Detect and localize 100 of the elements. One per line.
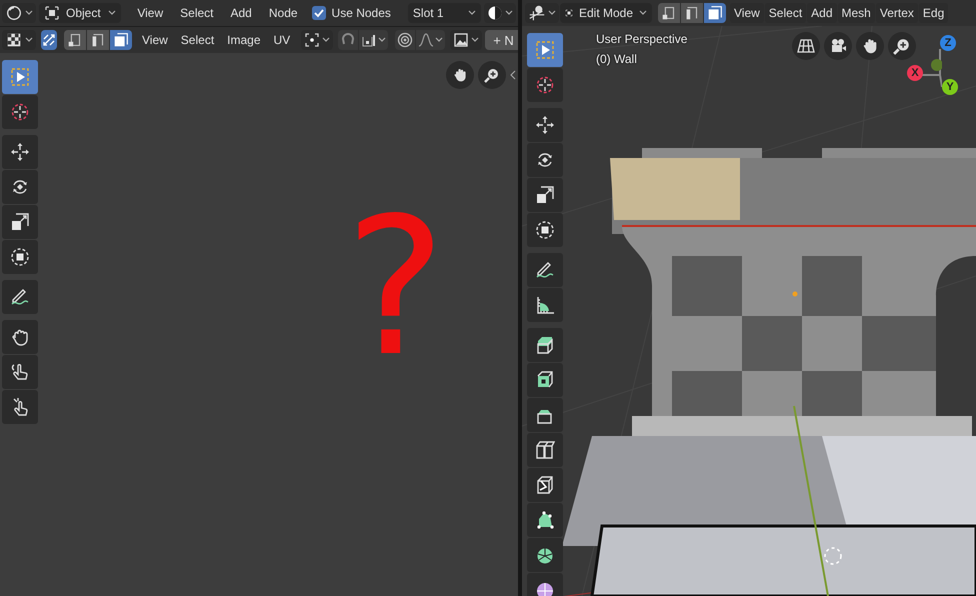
editor-type-button[interactable] — [2, 30, 36, 50]
menu-item[interactable]: Node — [262, 3, 305, 23]
menu-item[interactable]: Select — [764, 3, 806, 23]
editor-type-button[interactable] — [525, 3, 559, 23]
globe-icon — [5, 4, 23, 22]
mode-dropdown[interactable]: Edit Mode — [560, 3, 652, 23]
new-image-button[interactable]: + N — [485, 30, 518, 50]
snap-target-icon — [361, 32, 378, 48]
caret-icon — [505, 10, 513, 16]
snap-button[interactable] — [338, 30, 358, 50]
menu-item[interactable]: Mesh — [838, 3, 875, 23]
tool-button[interactable] — [2, 205, 38, 239]
use-nodes-checkbox[interactable]: Use Nodes — [312, 6, 391, 20]
crosshair-icon — [535, 75, 555, 95]
zoom-button[interactable] — [888, 32, 916, 60]
shading-button[interactable] — [484, 3, 516, 23]
caret-icon — [548, 10, 556, 16]
tool-button[interactable] — [2, 390, 38, 424]
face-select-icon — [706, 4, 724, 22]
slot-dropdown[interactable]: Slot 1 — [408, 3, 481, 23]
select-mode-button[interactable] — [658, 3, 680, 23]
sphere-icon — [535, 580, 555, 596]
menu-item[interactable]: View — [730, 3, 764, 23]
image-browse-button[interactable] — [450, 30, 482, 50]
zoom-button[interactable] — [478, 61, 506, 89]
tool-button[interactable] — [2, 240, 38, 274]
select-mode-button[interactable] — [681, 3, 703, 23]
camera-button[interactable] — [824, 32, 852, 60]
tool-button[interactable] — [527, 143, 563, 177]
tool-button[interactable] — [527, 178, 563, 212]
tool-button[interactable] — [527, 503, 563, 537]
polygon-icon — [535, 510, 555, 530]
menu-item[interactable]: Vertex — [876, 3, 918, 23]
hand-icon — [10, 362, 30, 382]
camera-icon — [829, 37, 847, 55]
select-mode-button[interactable] — [704, 3, 726, 23]
tool-button[interactable] — [2, 280, 38, 314]
question-mark-annotation: ? — [345, 193, 446, 383]
axis-label[interactable]: X — [907, 65, 923, 81]
menu-item[interactable]: Add — [224, 3, 259, 23]
tool-button[interactable] — [527, 433, 563, 467]
checkmark-icon — [312, 7, 325, 19]
menu-item[interactable]: Select — [176, 30, 220, 50]
caret-icon — [471, 37, 480, 43]
tool-button[interactable] — [527, 328, 563, 362]
sync-selection-button[interactable] — [41, 30, 57, 50]
zoom-icon — [484, 67, 500, 83]
tool-button[interactable] — [2, 320, 38, 354]
caret-icon — [322, 37, 330, 43]
pan-button[interactable] — [856, 32, 884, 60]
axis-label[interactable]: Y — [942, 79, 958, 95]
caret-icon — [468, 10, 476, 16]
tool-button[interactable] — [2, 135, 38, 169]
menu-item[interactable]: View — [137, 30, 173, 50]
pivot-icon — [304, 32, 320, 48]
menu-item[interactable]: Edg — [918, 3, 948, 23]
axes-icon — [528, 4, 546, 22]
snap-dropdown[interactable] — [359, 30, 388, 50]
pivot-button[interactable] — [301, 30, 334, 50]
pencil-icon — [10, 287, 30, 307]
pan-button[interactable] — [446, 61, 474, 89]
proportional-button[interactable] — [395, 30, 416, 50]
tool-button[interactable] — [527, 108, 563, 142]
tool-button[interactable] — [527, 363, 563, 397]
hand-icon — [452, 67, 468, 83]
menu-item[interactable]: Select — [173, 3, 220, 23]
tool-button[interactable] — [527, 213, 563, 247]
checker-icon — [5, 31, 23, 49]
mode-dropdown[interactable]: Object — [39, 3, 122, 23]
move-arrows-icon — [535, 115, 555, 135]
tool-button[interactable] — [2, 355, 38, 389]
select-box-icon — [535, 40, 555, 60]
axis-label[interactable]: Z — [940, 35, 956, 51]
caret-icon — [25, 37, 33, 43]
menu-item[interactable]: View — [130, 3, 170, 23]
menu-item[interactable]: UV — [268, 30, 296, 50]
tool-button[interactable] — [527, 468, 563, 502]
transform-icon — [10, 247, 30, 267]
select-mode-button[interactable] — [64, 30, 86, 50]
cube-icon — [535, 370, 555, 390]
sync-arrows-icon — [41, 32, 57, 48]
box-split-icon — [535, 440, 555, 460]
tool-button[interactable] — [2, 170, 38, 204]
checkbox[interactable] — [312, 6, 326, 20]
falloff-dropdown[interactable] — [416, 30, 446, 50]
tool-button[interactable] — [527, 288, 563, 322]
menu-item[interactable]: Image — [222, 30, 266, 50]
tool-button[interactable] — [527, 398, 563, 432]
pencil-icon — [535, 260, 555, 280]
select-mode-button[interactable] — [110, 30, 132, 50]
menu-item[interactable]: Add — [807, 3, 837, 23]
hand-icon — [861, 37, 879, 55]
caret-icon — [435, 37, 444, 43]
view-name: User Perspective — [596, 32, 688, 46]
select-mode-button[interactable] — [87, 30, 109, 50]
tool-button[interactable] — [527, 538, 563, 572]
perspective-toggle[interactable] — [792, 32, 820, 60]
editor-type-button[interactable] — [2, 3, 36, 23]
tool-button[interactable] — [527, 253, 563, 287]
cube-icon — [535, 475, 555, 495]
